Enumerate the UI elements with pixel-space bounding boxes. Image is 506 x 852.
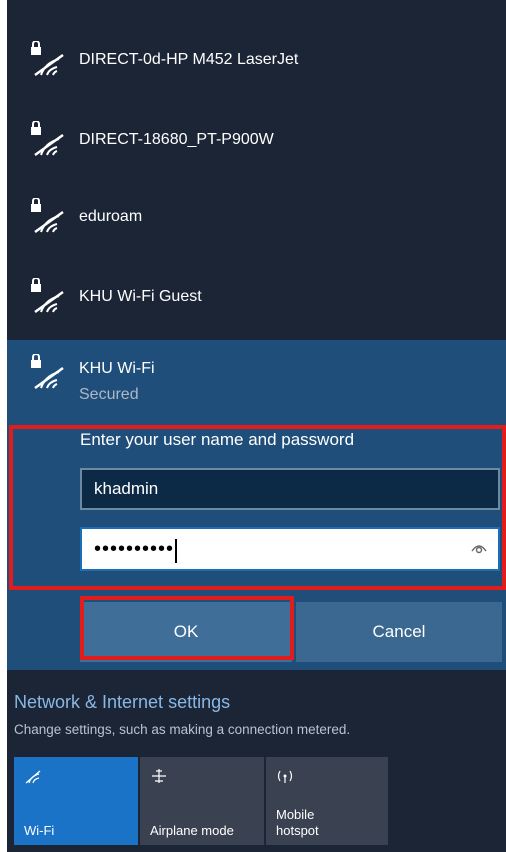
airplane-mode-tile[interactable]: Airplane mode bbox=[140, 757, 264, 845]
network-item-khu-guest[interactable]: KHU Wi-Fi Guest bbox=[7, 257, 506, 337]
hotspot-icon bbox=[277, 770, 293, 783]
hotspot-label-line2: hotspot bbox=[276, 823, 319, 838]
airplane-icon bbox=[152, 769, 166, 783]
network-settings-description: Change settings, such as making a connec… bbox=[14, 722, 351, 737]
network-flyout: DIRECT-0d-HP M452 LaserJet DIRECT-18680_… bbox=[0, 0, 506, 852]
cancel-button-label: Cancel bbox=[372, 622, 426, 641]
mobile-hotspot-tile[interactable]: Mobile hotspot bbox=[266, 757, 388, 845]
network-name: DIRECT-18680_PT-P900W bbox=[79, 131, 274, 148]
wifi-icon bbox=[25, 770, 41, 784]
network-settings-link[interactable]: Network & Internet settings bbox=[14, 692, 230, 713]
reveal-password-icon[interactable] bbox=[470, 541, 488, 555]
secured-wifi-icon bbox=[31, 354, 64, 390]
ok-button[interactable]: OK bbox=[80, 602, 292, 662]
text-caret bbox=[175, 538, 178, 563]
wifi-tile-label: Wi-Fi bbox=[24, 823, 55, 838]
network-name: KHU Wi-Fi Guest bbox=[79, 288, 202, 305]
wifi-toggle-tile[interactable]: Wi-Fi bbox=[14, 757, 138, 845]
credentials-prompt: Enter your user name and password bbox=[80, 430, 355, 449]
airplane-tile-label: Airplane mode bbox=[150, 823, 234, 838]
hotspot-label-line1: Mobile bbox=[276, 807, 315, 822]
username-input[interactable]: khadmin bbox=[80, 468, 500, 510]
selected-network-name: KHU Wi-Fi bbox=[79, 360, 155, 377]
secured-wifi-icon bbox=[31, 121, 64, 157]
network-name: DIRECT-0d-HP M452 LaserJet bbox=[79, 51, 299, 68]
cancel-button[interactable]: Cancel bbox=[296, 602, 502, 662]
secured-wifi-icon bbox=[31, 278, 64, 314]
network-name: eduroam bbox=[79, 208, 143, 225]
username-value: khadmin bbox=[94, 479, 159, 498]
secured-wifi-icon bbox=[31, 41, 64, 77]
password-input[interactable]: •••••••••• bbox=[80, 527, 500, 571]
network-item-direct-hp[interactable]: DIRECT-0d-HP M452 LaserJet bbox=[7, 20, 506, 100]
password-value: •••••••••• bbox=[94, 538, 175, 560]
network-item-eduroam[interactable]: eduroam bbox=[7, 177, 506, 257]
secured-wifi-icon bbox=[31, 198, 64, 234]
network-item-direct-pt[interactable]: DIRECT-18680_PT-P900W bbox=[7, 100, 506, 180]
ok-button-label: OK bbox=[173, 622, 199, 641]
hotspot-tile-label: Mobile hotspot bbox=[276, 807, 319, 839]
selected-network-status: Secured bbox=[79, 386, 139, 403]
